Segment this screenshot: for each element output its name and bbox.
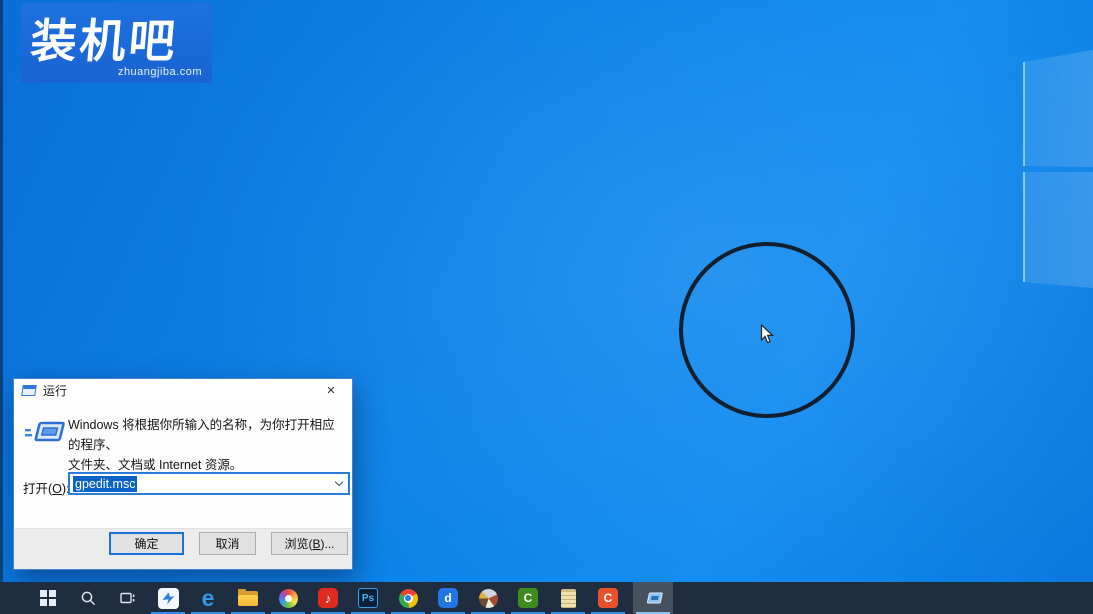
mouse-cursor — [760, 324, 775, 345]
taskbar-search-button[interactable] — [68, 582, 108, 614]
start-button[interactable] — [28, 582, 68, 614]
taskbar-globe-app-button[interactable] — [468, 582, 508, 614]
taskbar-pinwheel-browser-button[interactable] — [268, 582, 308, 614]
taskbar-file-explorer-button[interactable] — [228, 582, 268, 614]
run-window-taskbar-icon — [643, 590, 663, 606]
logo-title: 装机吧 — [28, 5, 181, 71]
logo-subtitle: zhuangjiba.com — [118, 66, 202, 78]
chevron-down-icon — [335, 478, 343, 486]
pinwheel-browser-icon — [279, 589, 298, 608]
taskbar-d-app-button[interactable]: d — [428, 582, 468, 614]
taskbar-run-window-button[interactable] — [633, 582, 673, 614]
combobox-dropdown-button[interactable] — [330, 474, 348, 493]
task-view-icon — [120, 590, 136, 606]
cancel-button[interactable]: 取消 — [199, 532, 256, 555]
open-field-label: 打开(O): — [23, 478, 70, 497]
taskbar-photoshop-button[interactable]: Ps — [348, 582, 388, 614]
colorful-globe-icon — [479, 589, 498, 608]
windows-start-icon — [40, 590, 56, 606]
run-window-icon — [21, 385, 37, 396]
wallpaper-windows-logo — [1020, 45, 1093, 295]
desktop: 装机吧 zhuangjiba.com 运行 × Windows 将根据你所输入的… — [0, 0, 1093, 614]
scroll-document-icon — [561, 589, 576, 608]
taskbar-netease-music-button[interactable]: ♪ — [308, 582, 348, 614]
taskbar-chrome-button[interactable] — [388, 582, 428, 614]
thunder-bird-icon — [158, 588, 179, 609]
taskbar-camtasia-button[interactable]: C — [508, 582, 548, 614]
run-dialog: 运行 × Windows 将根据你所输入的名称，为你打开相应的程序、 文件夹、文… — [13, 378, 353, 570]
ok-button[interactable]: 确定 — [109, 532, 184, 555]
search-icon — [80, 590, 97, 607]
close-icon[interactable]: × — [316, 379, 346, 402]
run-dialog-footer: 确定 取消 浏览(B)... — [14, 528, 352, 569]
screen-edge-artifact — [0, 0, 3, 582]
orange-c-app-icon: C — [598, 588, 618, 608]
edge-icon: e — [202, 588, 215, 608]
run-dialog-body: Windows 将根据你所输入的名称，为你打开相应的程序、 文件夹、文档或 In… — [14, 402, 352, 530]
task-view-button[interactable] — [108, 582, 148, 614]
open-input-selected-text[interactable]: gpedit.msc — [73, 476, 137, 492]
open-combobox[interactable]: gpedit.msc — [68, 472, 350, 495]
netease-music-icon: ♪ — [318, 588, 338, 608]
taskbar-recorder-button[interactable]: C — [588, 582, 628, 614]
taskbar-thunder-button[interactable] — [148, 582, 188, 614]
run-dialog-description: Windows 将根据你所输入的名称，为你打开相应的程序、 文件夹、文档或 In… — [68, 415, 344, 475]
taskbar-edge-button[interactable]: e — [188, 582, 228, 614]
run-dialog-titlebar[interactable]: 运行 × — [14, 379, 352, 402]
taskbar: e ♪ Ps d C C — [0, 582, 1093, 614]
run-dialog-title: 运行 — [43, 382, 67, 399]
green-c-app-icon: C — [518, 588, 538, 608]
photoshop-icon: Ps — [358, 588, 378, 608]
browse-button[interactable]: 浏览(B)... — [271, 532, 348, 555]
run-command-icon — [25, 414, 65, 452]
zhuangjiba-logo: 装机吧 zhuangjiba.com — [21, 3, 212, 83]
description-line-1: Windows 将根据你所输入的名称，为你打开相应的程序、 — [68, 415, 344, 455]
chrome-icon — [399, 589, 418, 608]
file-explorer-icon — [238, 591, 258, 606]
taskbar-scroll-app-button[interactable] — [548, 582, 588, 614]
blue-d-app-icon: d — [438, 588, 458, 608]
